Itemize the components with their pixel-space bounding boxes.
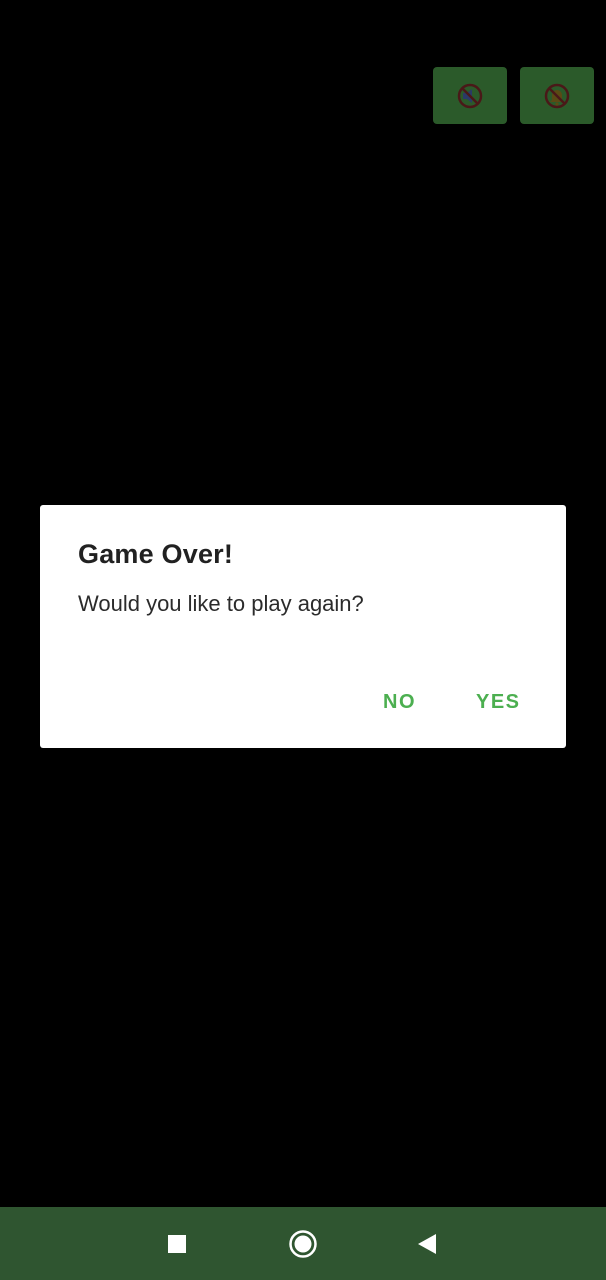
home-button[interactable] [273, 1207, 333, 1280]
recents-button[interactable] [147, 1207, 207, 1280]
system-navigation-bar [0, 1207, 606, 1280]
sound-toggle-button[interactable] [433, 67, 507, 124]
speaker-muted-icon [457, 83, 483, 108]
no-button[interactable]: NO [383, 691, 416, 714]
back-button[interactable] [397, 1207, 457, 1280]
game-screen: Game Over! Would you like to play again?… [0, 0, 606, 1280]
dialog-message: Would you like to play again? [78, 591, 364, 616]
game-over-dialog: Game Over! Would you like to play again?… [40, 505, 566, 748]
dialog-title: Game Over! [78, 539, 234, 569]
square-icon [168, 1234, 186, 1253]
yes-button[interactable]: YES [476, 691, 521, 714]
circle-icon [289, 1229, 317, 1258]
notification-toggle-button[interactable] [520, 67, 594, 124]
bell-off-icon [544, 83, 570, 108]
triangle-back-icon [418, 1233, 436, 1254]
